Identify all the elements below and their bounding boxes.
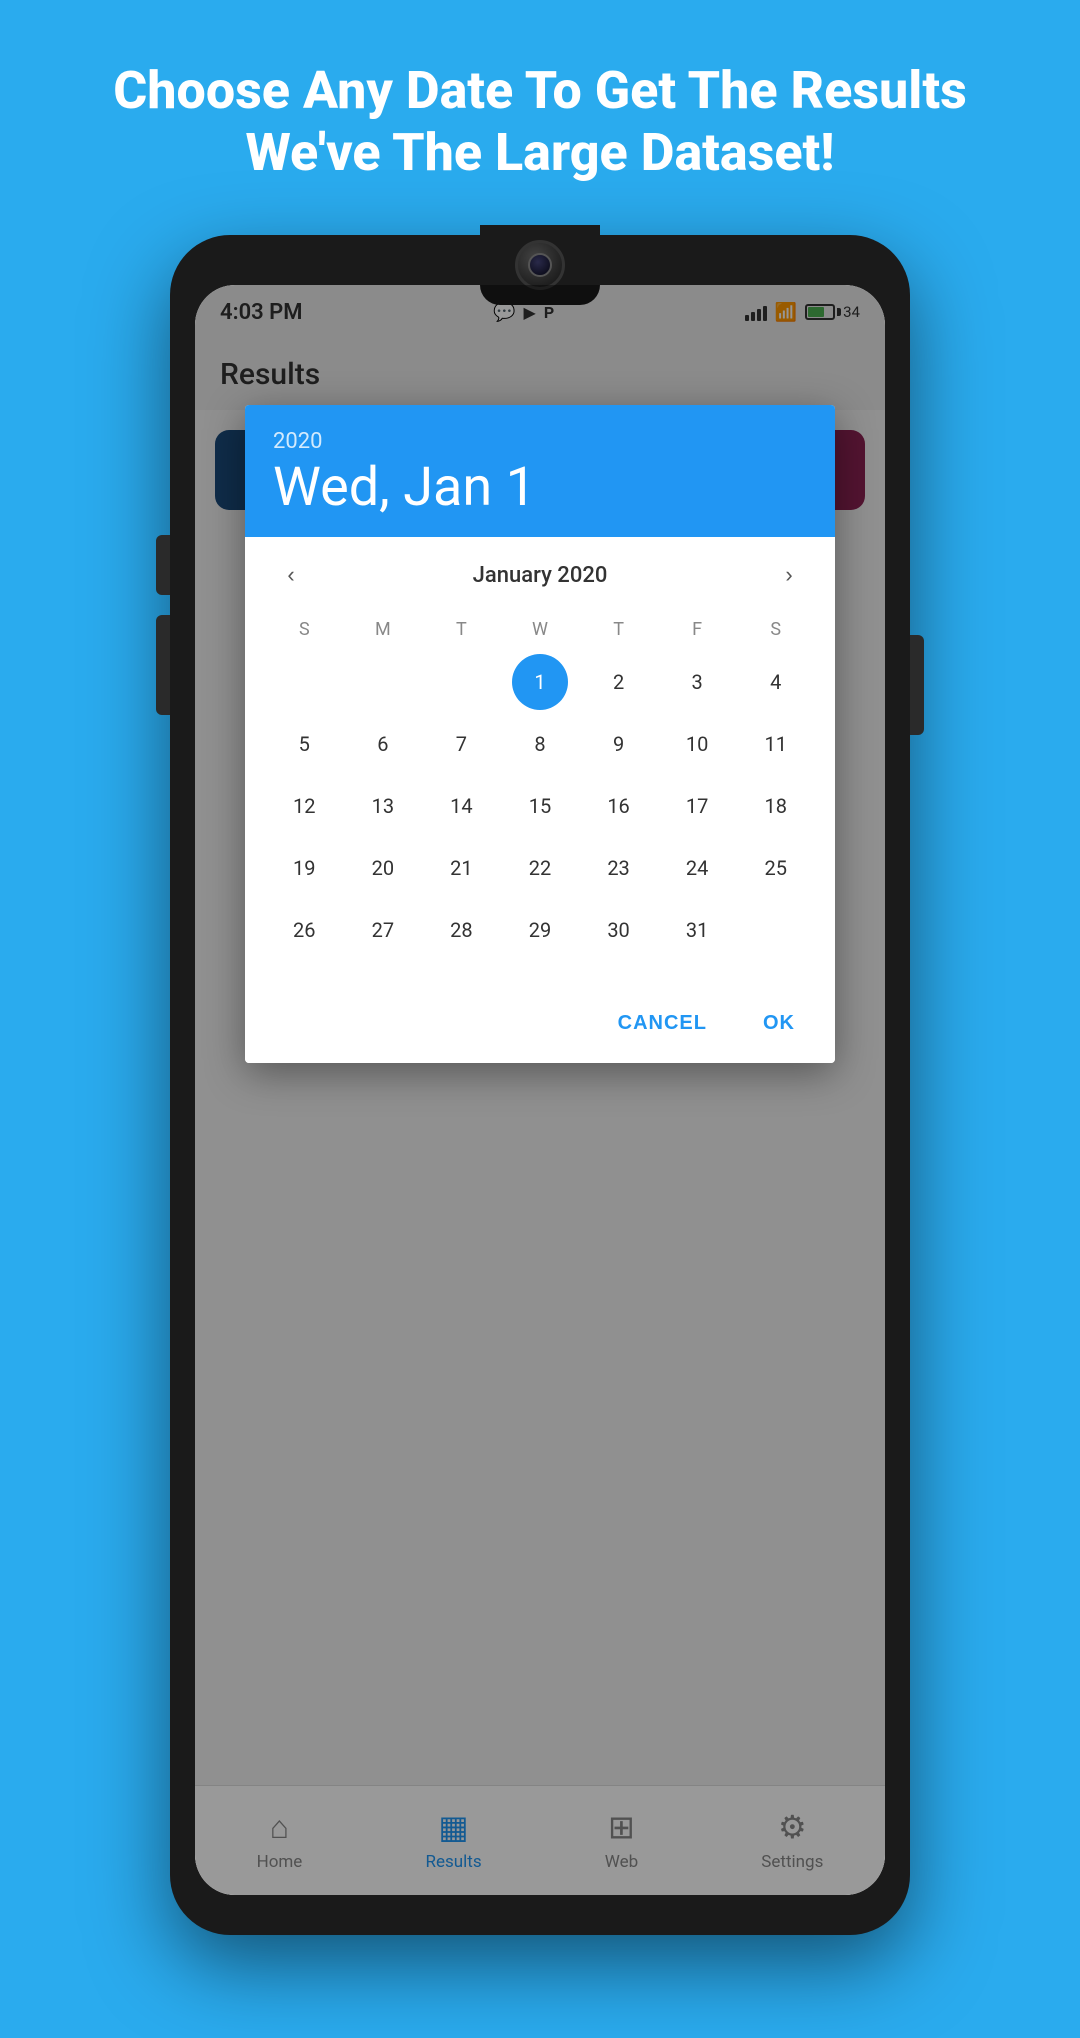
day-header-sat: S: [736, 613, 815, 646]
cal-day-20[interactable]: 20: [355, 840, 411, 896]
day-header-thu: T: [579, 613, 658, 646]
camera-lens-inner: [528, 253, 552, 277]
phone-frame: 4:03 PM 💬 ▶ P 📶 34: [170, 235, 910, 1935]
cancel-button[interactable]: CANCEL: [602, 1004, 723, 1043]
cal-day-17[interactable]: 17: [669, 778, 725, 834]
day-header-fri: F: [658, 613, 737, 646]
cal-day-26[interactable]: 26: [276, 902, 332, 958]
cal-day-24[interactable]: 24: [669, 840, 725, 896]
dialog-date-large: Wed, Jan 1: [273, 458, 807, 517]
cal-day-12[interactable]: 12: [276, 778, 332, 834]
power-button: [910, 635, 924, 735]
cal-day-27[interactable]: 27: [355, 902, 411, 958]
cal-day-empty-4: [748, 902, 804, 958]
cal-day-6[interactable]: 6: [355, 716, 411, 772]
day-header-mon: M: [344, 613, 423, 646]
cal-day-15[interactable]: 15: [512, 778, 568, 834]
day-header-tue: T: [422, 613, 501, 646]
volume-up-button: [156, 535, 170, 595]
cal-day-8[interactable]: 8: [512, 716, 568, 772]
cal-day-30[interactable]: 30: [591, 902, 647, 958]
date-picker-dialog: 2020 Wed, Jan 1 ‹ January 2020 ›: [245, 405, 835, 1063]
cal-day-21[interactable]: 21: [433, 840, 489, 896]
volume-down-button: [156, 615, 170, 715]
dialog-overlay: 2020 Wed, Jan 1 ‹ January 2020 ›: [195, 285, 885, 1895]
cal-day-4[interactable]: 4: [748, 654, 804, 710]
cal-day-9[interactable]: 9: [591, 716, 647, 772]
dialog-body: ‹ January 2020 › S M T W T F: [245, 537, 835, 1063]
day-headers: S M T W T F S: [265, 613, 815, 646]
header-title: Choose Any Date To Get The Results We've…: [73, 60, 1007, 185]
cal-day-empty-2: [355, 654, 411, 710]
cal-day-25[interactable]: 25: [748, 840, 804, 896]
dialog-year: 2020: [273, 429, 807, 454]
cal-day-22[interactable]: 22: [512, 840, 568, 896]
day-header-sun: S: [265, 613, 344, 646]
cal-day-5[interactable]: 5: [276, 716, 332, 772]
prev-month-button[interactable]: ‹: [269, 553, 313, 597]
ok-button[interactable]: OK: [747, 1004, 811, 1043]
calendar-days: 1 2 3 4 5 6 7 8 9 10 11: [265, 654, 815, 958]
cal-day-empty-3: [433, 654, 489, 710]
day-header-wed: W: [501, 613, 580, 646]
header-line1: Choose Any Date To Get The Results: [113, 60, 967, 122]
camera-lens: [515, 240, 565, 290]
cal-day-14[interactable]: 14: [433, 778, 489, 834]
cal-day-2[interactable]: 2: [591, 654, 647, 710]
calendar-grid: S M T W T F S: [245, 613, 835, 958]
cal-day-19[interactable]: 19: [276, 840, 332, 896]
month-label: January 2020: [473, 563, 608, 588]
cal-day-3[interactable]: 3: [669, 654, 725, 710]
cal-day-empty-1: [276, 654, 332, 710]
cal-day-23[interactable]: 23: [591, 840, 647, 896]
header-line2: We've The Large Dataset!: [113, 122, 967, 184]
dialog-header: 2020 Wed, Jan 1: [245, 405, 835, 537]
dialog-actions: CANCEL OK: [245, 988, 835, 1063]
phone-screen: 4:03 PM 💬 ▶ P 📶 34: [195, 285, 885, 1895]
next-month-button[interactable]: ›: [767, 553, 811, 597]
cal-day-29[interactable]: 29: [512, 902, 568, 958]
cal-day-16[interactable]: 16: [591, 778, 647, 834]
calendar-nav: ‹ January 2020 ›: [245, 537, 835, 613]
cal-day-7[interactable]: 7: [433, 716, 489, 772]
cal-day-11[interactable]: 11: [748, 716, 804, 772]
cal-day-10[interactable]: 10: [669, 716, 725, 772]
cal-day-18[interactable]: 18: [748, 778, 804, 834]
cal-day-28[interactable]: 28: [433, 902, 489, 958]
cal-day-13[interactable]: 13: [355, 778, 411, 834]
cal-day-1[interactable]: 1: [512, 654, 568, 710]
cal-day-31[interactable]: 31: [669, 902, 725, 958]
